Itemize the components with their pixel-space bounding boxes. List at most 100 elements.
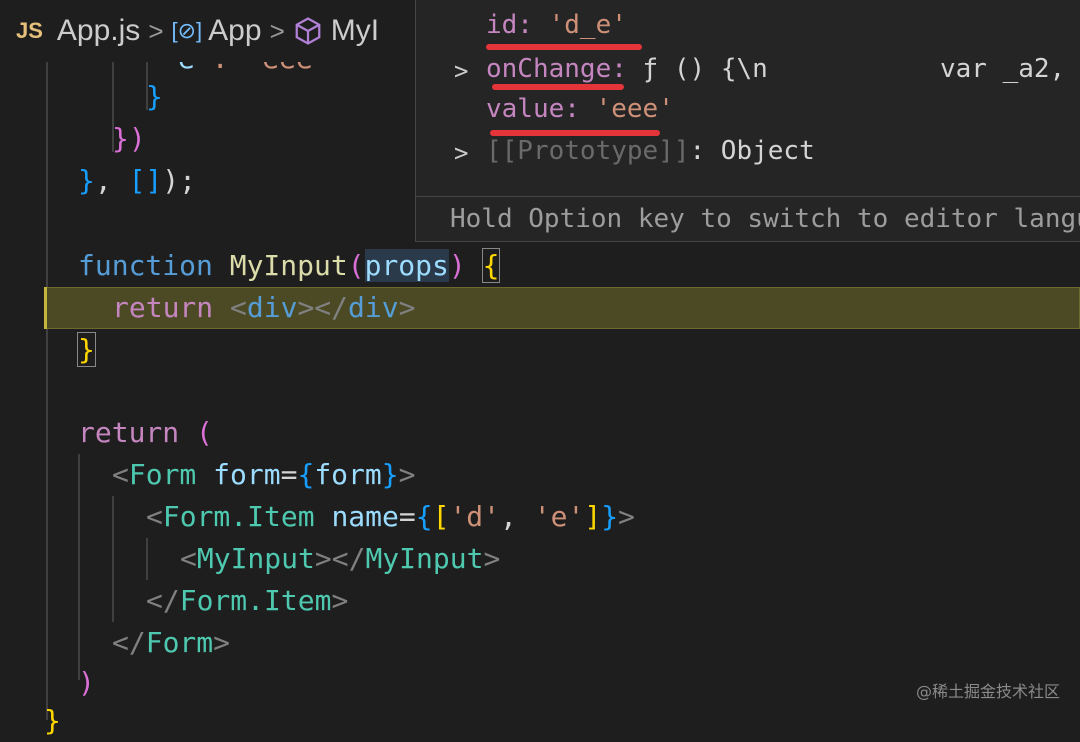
- code-line[interactable]: }: [146, 76, 163, 118]
- code-token: return: [78, 416, 180, 449]
- indent-guide: [78, 454, 80, 680]
- chevron-right-icon: >: [148, 15, 164, 46]
- code-token: </: [146, 584, 180, 617]
- code-token: [: [432, 500, 450, 533]
- code-line[interactable]: function MyInput(props) {: [78, 245, 501, 287]
- hover-footer-hint: Hold Option key to switch to editor lang…: [416, 196, 1080, 242]
- property-value: 'd_e': [548, 10, 627, 40]
- code-token: ): [128, 122, 146, 155]
- code-token: }: [44, 704, 61, 737]
- indent-guide: [112, 496, 114, 622]
- code-line[interactable]: <Form.Item name={['d', 'e']}>: [146, 496, 635, 538]
- current-line-marker: [44, 287, 47, 329]
- code-token: div: [348, 291, 399, 324]
- code-token: }: [112, 122, 129, 155]
- indent-guide: [146, 538, 148, 580]
- code-token: }: [601, 500, 619, 533]
- code-token: }: [78, 164, 95, 197]
- code-token: );: [162, 164, 197, 197]
- code-token: =: [398, 500, 416, 533]
- code-token: >: [483, 542, 501, 575]
- property-value: : Object: [689, 136, 815, 166]
- code-token: >: [618, 500, 635, 533]
- code-token: ]: [584, 500, 602, 533]
- code-token: {: [415, 500, 433, 533]
- chevron-right-icon[interactable]: >: [454, 132, 468, 174]
- code-token: form: [314, 458, 382, 491]
- watermark: @稀土掘金技术社区: [915, 682, 1060, 701]
- debug-hover-widget[interactable]: id: 'd_e' > onChange: ƒ () {\n var _a2, …: [415, 0, 1080, 242]
- code-token: <: [112, 458, 129, 491]
- code-token: <: [180, 542, 197, 575]
- code-line[interactable]: </Form>: [112, 622, 230, 664]
- code-token: ): [78, 666, 95, 699]
- property-key: [[Prototype]]: [486, 136, 690, 166]
- breadcrumb-label: MyI: [330, 14, 380, 47]
- code-token: <: [146, 500, 163, 533]
- js-file-icon: JS: [16, 18, 43, 43]
- code-editor[interactable]: e': 'eee' } }) }, []); function MyInput(…: [0, 0, 1080, 737]
- code-line[interactable]: return <div></div>: [112, 287, 415, 329]
- hover-property-id[interactable]: id: 'd_e': [486, 4, 627, 46]
- code-token: Form: [145, 626, 214, 659]
- code-token: }: [381, 458, 399, 491]
- code-token: Form.Item: [179, 584, 332, 617]
- code-line[interactable]: <MyInput></MyInput>: [180, 538, 500, 580]
- code-token: </: [112, 626, 146, 659]
- chevron-right-icon[interactable]: >: [454, 50, 468, 92]
- code-token: ,: [500, 500, 534, 533]
- code-token: MyInput: [196, 542, 315, 575]
- code-token: {: [297, 458, 315, 491]
- code-token: ></: [314, 542, 366, 575]
- code-token: name: [331, 500, 399, 533]
- code-token: }: [146, 80, 163, 113]
- code-token: function: [78, 249, 213, 282]
- code-token: (: [196, 416, 213, 449]
- code-line[interactable]: <Form form={form}>: [112, 454, 415, 496]
- chevron-right-icon: >: [269, 15, 285, 46]
- code-token: 'd': [449, 500, 501, 533]
- code-line[interactable]: ): [78, 662, 95, 704]
- symbol-variable-icon: [⊘]: [171, 18, 203, 43]
- hover-property-value[interactable]: value: 'eee': [486, 88, 674, 130]
- code-token: (: [347, 249, 365, 282]
- code-token: {: [481, 248, 501, 283]
- code-token: 'e': [533, 500, 585, 533]
- code-token: ): [448, 249, 466, 282]
- code-token: >: [398, 291, 416, 324]
- property-key: onChange:: [486, 54, 627, 84]
- hover-property-prototype[interactable]: [[Prototype]]: Object: [486, 130, 815, 172]
- code-token: Form.Item: [162, 500, 315, 533]
- code-token: ,: [94, 164, 129, 197]
- code-token: []: [128, 164, 163, 197]
- breadcrumb-item-file[interactable]: App.js: [57, 14, 140, 48]
- code-token: Form: [128, 458, 197, 491]
- code-line[interactable]: }: [44, 700, 61, 742]
- breadcrumb-label: App: [208, 14, 262, 47]
- code-token: MyInput: [229, 249, 348, 282]
- property-key: value:: [486, 94, 580, 124]
- code-token: MyInput: [365, 542, 484, 575]
- code-token: div: [246, 291, 298, 324]
- code-token: return: [112, 291, 214, 324]
- indent-guide: [46, 62, 48, 720]
- code-token: ></: [297, 291, 349, 324]
- code-token: <: [230, 291, 247, 324]
- code-line[interactable]: }: [77, 329, 96, 371]
- code-token: form: [213, 458, 281, 491]
- code-token: >: [331, 584, 349, 617]
- code-line[interactable]: }, []);: [78, 160, 196, 202]
- property-value: ƒ () {\n var _a2, _c: [642, 54, 1080, 84]
- code-token: >: [398, 458, 416, 491]
- breadcrumb-item-myinput[interactable]: MyI: [293, 14, 379, 48]
- breadcrumb-item-app[interactable]: [⊘] App: [172, 14, 262, 48]
- code-line[interactable]: return (: [78, 412, 213, 454]
- property-key: id:: [486, 10, 533, 40]
- code-token: props: [364, 249, 449, 282]
- code-token: >: [213, 626, 231, 659]
- code-line[interactable]: }): [112, 118, 146, 160]
- code-line[interactable]: </Form.Item>: [146, 580, 348, 622]
- breadcrumb-label: App.js: [56, 14, 141, 47]
- property-value: 'eee': [595, 94, 674, 124]
- cube-icon: [295, 17, 321, 45]
